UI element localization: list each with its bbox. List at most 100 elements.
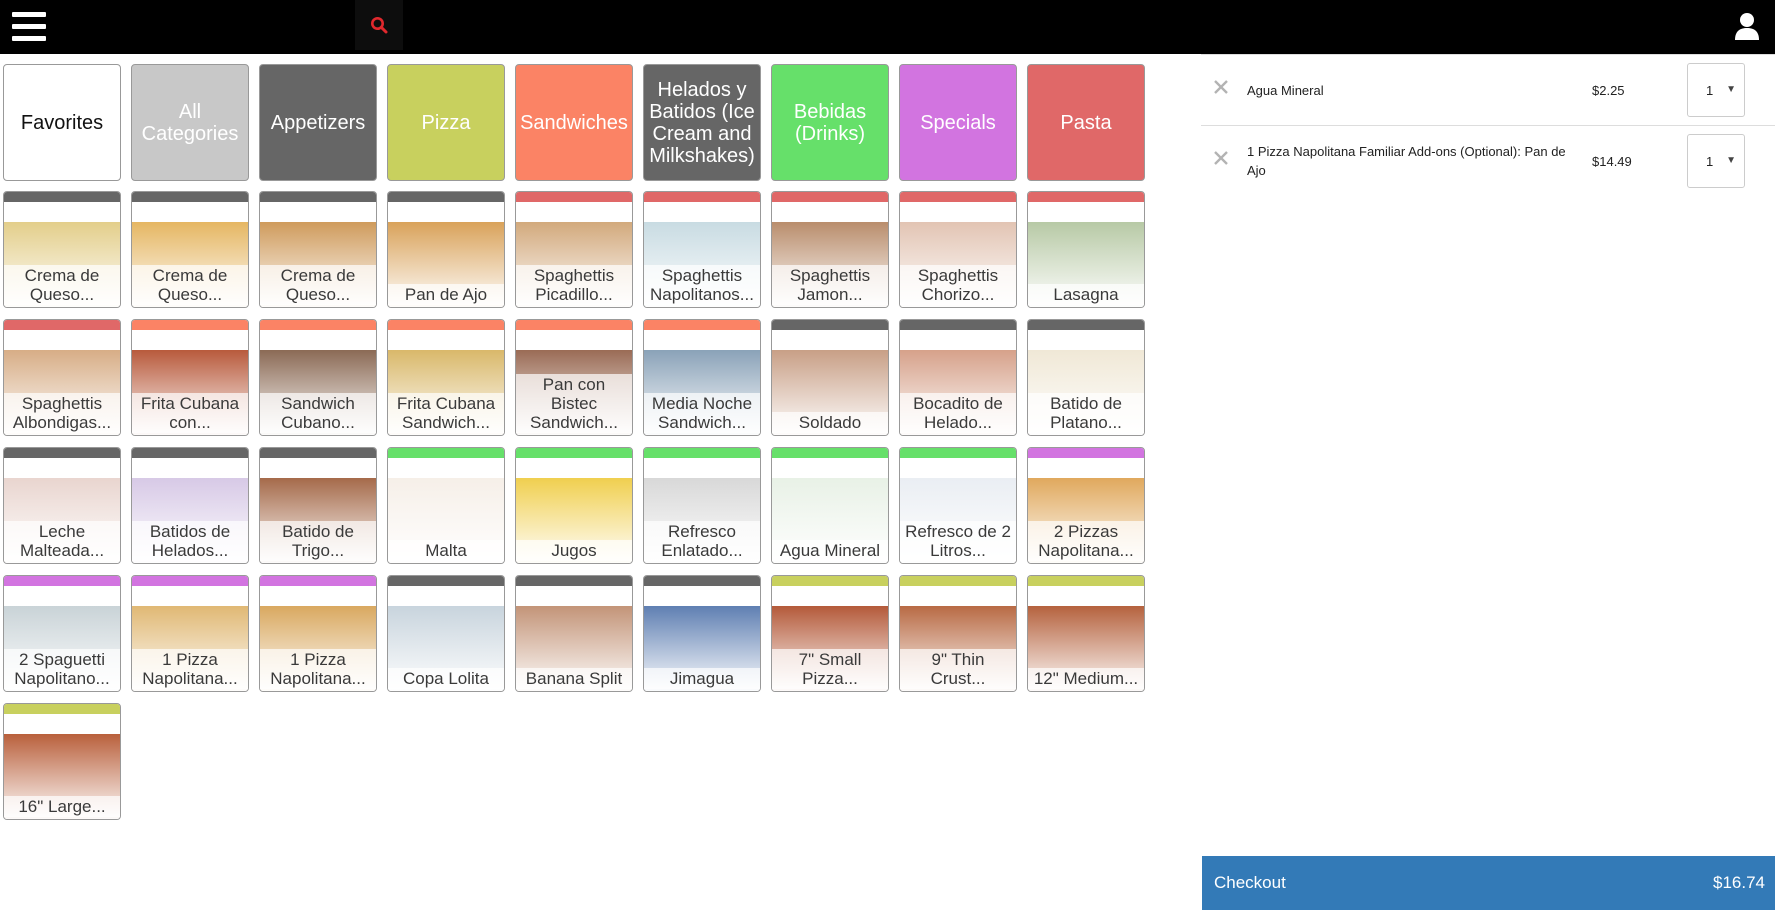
menu-item-tile[interactable]: 2 Pizzas Napolitana... xyxy=(1027,447,1145,564)
menu-item-tile[interactable]: Refresco Enlatado... xyxy=(643,447,761,564)
menu-button[interactable] xyxy=(12,10,46,44)
category-button[interactable]: Appetizers xyxy=(259,64,377,181)
menu-item-tile[interactable]: Spaghettis Napolitanos... xyxy=(643,191,761,308)
item-label: Pan de Ajo xyxy=(388,284,504,305)
item-label: Banana Split xyxy=(516,668,632,689)
category-color-strip xyxy=(772,576,888,586)
item-label: Malta xyxy=(388,540,504,561)
item-label: Jugos xyxy=(516,540,632,561)
item-label: Crema de Queso... xyxy=(132,265,248,305)
menu-item-tile[interactable]: Jimagua xyxy=(643,575,761,692)
user-account-button[interactable] xyxy=(1730,10,1764,44)
checkout-total: $16.74 xyxy=(1713,873,1765,892)
category-button[interactable]: Helados y Batidos (Ice Cream and Milksha… xyxy=(643,64,761,181)
menu-item-tile[interactable]: Copa Lolita xyxy=(387,575,505,692)
item-label: Crema de Queso... xyxy=(260,265,376,305)
menu-item-tile[interactable]: Bocadito de Helado... xyxy=(899,319,1017,436)
category-color-strip xyxy=(516,448,632,458)
menu-item-tile[interactable]: Crema de Queso... xyxy=(3,191,121,308)
caret-down-icon: ▼ xyxy=(1726,84,1736,95)
menu-item-tile[interactable]: Leche Malteada... xyxy=(3,447,121,564)
menu-item-tile[interactable]: Pan con Bistec Sandwich... xyxy=(515,319,633,436)
category-color-strip xyxy=(260,192,376,202)
category-button[interactable]: Specials xyxy=(899,64,1017,181)
menu-item-tile[interactable]: Sandwich Cubano... xyxy=(259,319,377,436)
item-label: 16" Large... xyxy=(4,796,120,817)
menu-item-tile[interactable]: 9" Thin Crust... xyxy=(899,575,1017,692)
menu-item-tile[interactable]: 1 Pizza Napolitana... xyxy=(131,575,249,692)
item-label: 2 Spaguetti Napolitano... xyxy=(4,649,120,689)
item-label: 7" Small Pizza... xyxy=(772,649,888,689)
checkout-label: Checkout xyxy=(1214,873,1286,892)
menu-item-tile[interactable]: Crema de Queso... xyxy=(259,191,377,308)
menu-item-tile[interactable]: Soldado xyxy=(771,319,889,436)
item-label: 1 Pizza Napolitana... xyxy=(260,649,376,689)
menu-item-tile[interactable]: 1 Pizza Napolitana... xyxy=(259,575,377,692)
category-button[interactable]: Pasta xyxy=(1027,64,1145,181)
menu-item-tile[interactable]: Spaghettis Chorizo... xyxy=(899,191,1017,308)
category-color-strip xyxy=(772,448,888,458)
quantity-select[interactable]: 1 ▼ xyxy=(1687,134,1745,188)
menu-item-tile[interactable]: Frita Cubana con... xyxy=(131,319,249,436)
order-line-price: $2.25 xyxy=(1592,82,1625,98)
menu-item-tile[interactable]: 2 Spaguetti Napolitano... xyxy=(3,575,121,692)
checkout-button[interactable]: Checkout $16.74 xyxy=(1202,856,1775,910)
item-label: Agua Mineral xyxy=(772,540,888,561)
order-panel: Agua Mineral $2.25 1 ▼ 1 Pizza Napolitan… xyxy=(1201,54,1775,196)
menu-item-tile[interactable]: Agua Mineral xyxy=(771,447,889,564)
category-button[interactable]: All Categories xyxy=(131,64,249,181)
category-color-strip xyxy=(516,576,632,586)
category-color-strip xyxy=(1028,576,1144,586)
category-color-strip xyxy=(132,192,248,202)
menu-item-tile[interactable]: 12" Medium... xyxy=(1027,575,1145,692)
category-color-strip xyxy=(260,576,376,586)
category-color-strip xyxy=(516,192,632,202)
menu-item-tile[interactable]: Frita Cubana Sandwich... xyxy=(387,319,505,436)
menu-item-tile[interactable]: Spaghettis Jamon... xyxy=(771,191,889,308)
menu-item-tile[interactable]: Batido de Platano... xyxy=(1027,319,1145,436)
user-icon xyxy=(1735,13,1759,40)
item-label: Batido de Trigo... xyxy=(260,521,376,561)
menu-item-tile[interactable]: Crema de Queso... xyxy=(131,191,249,308)
category-button[interactable]: Bebidas (Drinks) xyxy=(771,64,889,181)
menu-item-tile[interactable]: Spaghettis Picadillo... xyxy=(515,191,633,308)
close-icon[interactable] xyxy=(1211,148,1231,168)
category-color-strip xyxy=(132,320,248,330)
menu-item-tile[interactable]: Refresco de 2 Litros... xyxy=(899,447,1017,564)
category-button[interactable]: Sandwiches xyxy=(515,64,633,181)
quantity-select[interactable]: 1 ▼ xyxy=(1687,63,1745,117)
category-color-strip xyxy=(260,448,376,458)
category-color-strip xyxy=(132,576,248,586)
category-color-strip xyxy=(388,192,504,202)
menu-item-tile[interactable]: Jugos xyxy=(515,447,633,564)
item-label: Frita Cubana con... xyxy=(132,393,248,433)
category-button[interactable]: Pizza xyxy=(387,64,505,181)
category-color-strip xyxy=(900,320,1016,330)
menu-item-tile[interactable]: Spaghettis Albondigas... xyxy=(3,319,121,436)
category-color-strip xyxy=(644,576,760,586)
close-icon[interactable] xyxy=(1211,77,1231,97)
category-color-strip xyxy=(644,448,760,458)
menu-item-tile[interactable]: 16" Large... xyxy=(3,703,121,820)
item-label: Spaghettis Jamon... xyxy=(772,265,888,305)
search-button[interactable] xyxy=(355,0,403,50)
category-color-strip xyxy=(772,320,888,330)
item-label: 12" Medium... xyxy=(1028,668,1144,689)
category-button[interactable]: Favorites xyxy=(3,64,121,181)
category-color-strip xyxy=(644,320,760,330)
menu-item-tile[interactable]: 7" Small Pizza... xyxy=(771,575,889,692)
menu-item-tile[interactable]: Media Noche Sandwich... xyxy=(643,319,761,436)
item-label: Batidos de Helados... xyxy=(132,521,248,561)
category-color-strip xyxy=(4,320,120,330)
menu-item-tile[interactable]: Batido de Trigo... xyxy=(259,447,377,564)
category-color-strip xyxy=(4,576,120,586)
category-color-strip xyxy=(644,192,760,202)
item-label: 2 Pizzas Napolitana... xyxy=(1028,521,1144,561)
menu-item-tile[interactable]: Batidos de Helados... xyxy=(131,447,249,564)
category-color-strip xyxy=(1028,192,1144,202)
menu-item-tile[interactable]: Malta xyxy=(387,447,505,564)
menu-item-tile[interactable]: Banana Split xyxy=(515,575,633,692)
item-label: Spaghettis Albondigas... xyxy=(4,393,120,433)
menu-item-tile[interactable]: Lasagna xyxy=(1027,191,1145,308)
menu-item-tile[interactable]: Pan de Ajo xyxy=(387,191,505,308)
